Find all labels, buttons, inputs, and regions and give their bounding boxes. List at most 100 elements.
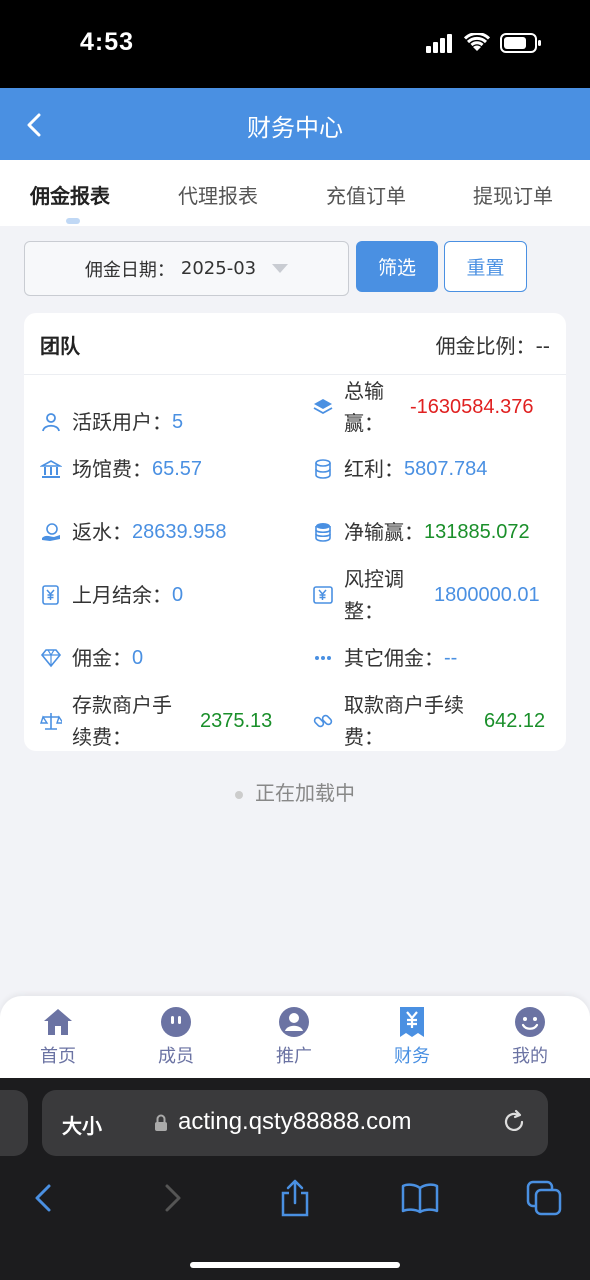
stat-value: 0 xyxy=(132,647,144,669)
loading-text: 正在加载中 xyxy=(255,781,355,805)
tabs-button[interactable] xyxy=(524,1178,564,1218)
coin-stack-icon xyxy=(312,521,334,543)
address-bar[interactable]: 大小 acting.qsty88888.com xyxy=(42,1090,548,1156)
loading-indicator: 正在加载中 xyxy=(0,777,590,806)
tabbar-members[interactable]: 成员 xyxy=(136,1006,216,1068)
home-indicator xyxy=(190,1262,400,1268)
stat-label: 活跃用户： xyxy=(72,410,172,434)
stat-bonus: 红利： 5807.784 xyxy=(312,453,552,485)
stat-label: 场馆费： xyxy=(72,457,152,481)
tab-withdraw-orders[interactable]: 提现订单 xyxy=(473,180,553,209)
scale-icon xyxy=(40,710,62,732)
stat-other-commission: 其它佣金： -- xyxy=(312,642,552,674)
signal-icon xyxy=(426,33,454,57)
tabbar-label: 推广 xyxy=(276,1046,312,1067)
status-bar: 4:53 xyxy=(0,0,590,88)
stat-value: 131885.072 xyxy=(424,521,530,543)
status-time: 4:53 xyxy=(80,28,135,56)
tabbar-label: 财务 xyxy=(394,1046,430,1067)
stat-value: 0 xyxy=(172,584,184,606)
stat-label: 净输赢： xyxy=(344,520,424,544)
stat-withdraw-merchant-fee: 取款商户手续 费： 642.12 xyxy=(312,689,552,753)
tabbar-label: 成员 xyxy=(158,1046,194,1067)
stat-value: 5807.784 xyxy=(404,458,488,480)
stat-risk-adjustment: 风控调 整： 1800000.01 xyxy=(312,563,552,627)
stat-total-win-loss: 总输 赢： -1630584.376 xyxy=(312,375,552,439)
stat-last-month-balance: 上月结余： 0 xyxy=(40,579,290,611)
commission-ratio-label: 佣金比例： xyxy=(435,334,536,358)
card-title: 团队 xyxy=(40,334,80,358)
bottom-tab-bar: 首页 成员 推广 财务 我的 xyxy=(0,996,590,1078)
browser-forward-button[interactable] xyxy=(152,1178,192,1218)
tab-commission-report[interactable]: 佣金报表 xyxy=(30,180,110,209)
yen-card-icon xyxy=(312,584,334,606)
bookmarks-button[interactable] xyxy=(400,1178,440,1218)
share-button[interactable] xyxy=(275,1178,315,1218)
stat-label: 上月结余： xyxy=(72,583,172,607)
stat-deposit-merchant-fee: 存款商户手 续费： 2375.13 xyxy=(40,689,290,753)
stat-value: -- xyxy=(444,647,458,669)
spinner-icon xyxy=(235,790,243,799)
tabs-icon xyxy=(526,1180,562,1216)
hand-coin-icon xyxy=(40,521,62,543)
stat-label: 风控调 整： xyxy=(344,567,404,623)
layers-icon xyxy=(312,396,334,418)
user-icon xyxy=(40,411,62,433)
stat-label: 存款商户手 续费： xyxy=(72,693,172,749)
page-title: 财务中心 xyxy=(247,114,343,142)
filter-button[interactable]: 筛选 xyxy=(356,241,438,292)
reload-icon[interactable] xyxy=(500,1108,528,1140)
tabbar-profile[interactable]: 我的 xyxy=(490,1006,570,1068)
tabbar-home[interactable]: 首页 xyxy=(18,1006,98,1068)
commission-ratio-value: -- xyxy=(535,334,550,358)
stat-value: 28639.958 xyxy=(132,521,227,543)
stat-label: 其它佣金： xyxy=(344,646,444,670)
date-select-value: 2025-03 xyxy=(180,258,257,279)
tab-agent-report[interactable]: 代理报表 xyxy=(178,180,258,209)
tabbar-label: 我的 xyxy=(512,1046,548,1067)
stat-label: 总输 赢： xyxy=(344,379,384,435)
tab-recharge-orders[interactable]: 充值订单 xyxy=(326,180,406,209)
active-tab-indicator xyxy=(66,218,80,224)
more-icon xyxy=(312,647,334,669)
members-icon xyxy=(160,1006,192,1038)
diamond-icon xyxy=(40,647,62,669)
previous-tab-peek[interactable] xyxy=(0,1090,28,1156)
date-select[interactable]: 佣金日期： 2025-03 xyxy=(24,241,349,296)
book-icon xyxy=(401,1183,439,1214)
stat-value: 5 xyxy=(172,411,184,433)
page-header: 财务中心 xyxy=(0,88,590,160)
tabbar-promote[interactable]: 推广 xyxy=(254,1006,334,1068)
team-stats-card: 团队 佣金比例：-- 活跃用户： 5 总输 赢： -1630584.376 场馆… xyxy=(24,313,566,751)
browser-toolbar: 大小 acting.qsty88888.com xyxy=(0,1078,590,1280)
wifi-icon xyxy=(463,32,491,57)
stat-value: 1800000.01 xyxy=(434,584,540,606)
stat-commission: 佣金： 0 xyxy=(40,642,290,674)
stat-value: 65.57 xyxy=(152,458,203,480)
tabbar-label: 首页 xyxy=(40,1046,76,1067)
tabbar-finance[interactable]: 财务 xyxy=(372,1006,452,1068)
commission-ratio: 佣金比例：-- xyxy=(436,330,550,359)
stat-label: 佣金： xyxy=(72,646,132,670)
text-size-button[interactable]: 大小 xyxy=(62,1110,102,1139)
battery-icon xyxy=(500,32,542,58)
status-icons xyxy=(426,32,542,58)
caret-down-icon xyxy=(272,264,289,273)
home-icon xyxy=(42,1006,74,1038)
stat-label: 红利： xyxy=(344,457,404,481)
stat-net-win-loss: 净输赢： 131885.072 xyxy=(312,516,552,548)
chevron-right-icon xyxy=(165,1184,181,1212)
link-icon xyxy=(312,710,334,732)
date-select-label: 佣金日期： xyxy=(84,259,175,281)
yen-doc-icon xyxy=(40,584,62,606)
stat-active-users: 活跃用户： 5 xyxy=(40,390,290,454)
finance-icon xyxy=(396,1006,428,1038)
promote-icon xyxy=(278,1006,310,1038)
stat-label: 返水： xyxy=(72,520,132,544)
browser-back-button[interactable] xyxy=(24,1178,64,1218)
reset-button[interactable]: 重置 xyxy=(444,241,527,292)
lock-icon xyxy=(154,1114,168,1136)
stat-label: 取款商户手续 费： xyxy=(344,693,464,749)
stat-value: 2375.13 xyxy=(200,710,273,732)
stat-value: -1630584.376 xyxy=(410,396,534,418)
